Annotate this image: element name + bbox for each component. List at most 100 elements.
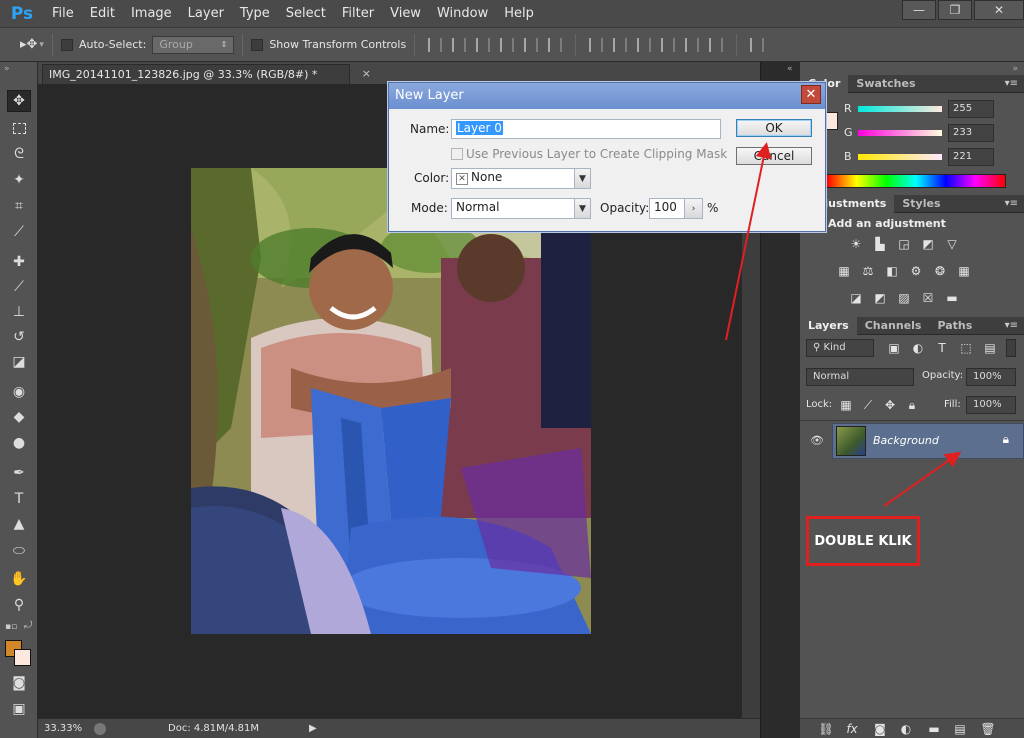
- move-tool-icon[interactable]: ▸✥: [20, 37, 37, 52]
- path-selection-tool-icon[interactable]: ▲: [7, 513, 31, 535]
- menu-help[interactable]: Help: [496, 0, 542, 28]
- background-color-swatch[interactable]: [14, 649, 31, 666]
- dialog-opacity-input[interactable]: 100 ›: [649, 198, 703, 219]
- hand-tool-icon[interactable]: ✋: [7, 568, 31, 590]
- panel-menu-icon[interactable]: ▾≡: [1005, 320, 1018, 331]
- posterize-icon[interactable]: ◩: [872, 291, 888, 305]
- brush-tool-icon[interactable]: ⟋: [7, 276, 31, 298]
- pen-tool-icon[interactable]: ✒: [7, 462, 31, 484]
- auto-align-icon[interactable]: [750, 37, 765, 52]
- distribute-vcenter-icon[interactable]: [613, 37, 628, 52]
- color-spectrum-bar[interactable]: [826, 174, 1006, 188]
- new-layer-icon[interactable]: ▤: [952, 722, 968, 736]
- threshold-icon[interactable]: ▨: [896, 291, 912, 305]
- distribute-left-icon[interactable]: [661, 37, 676, 52]
- color-balance-icon[interactable]: ⚖: [860, 264, 876, 278]
- clone-stamp-tool-icon[interactable]: ⊥: [7, 301, 31, 323]
- red-slider[interactable]: R 255: [840, 100, 1020, 120]
- filter-smart-object-icon[interactable]: ▤: [982, 341, 998, 355]
- menu-view[interactable]: View: [382, 0, 429, 28]
- align-vcenter-icon[interactable]: [452, 37, 467, 52]
- filter-type-icon[interactable]: T: [934, 341, 950, 355]
- tab-styles[interactable]: Styles: [894, 195, 948, 213]
- background-color-preview[interactable]: [826, 112, 838, 130]
- lock-pixels-icon[interactable]: ⟋: [860, 398, 876, 412]
- swap-colors-icon[interactable]: ⤾: [24, 620, 32, 631]
- delete-layer-icon[interactable]: 🗑︎: [980, 722, 996, 736]
- selective-color-icon[interactable]: ☒: [920, 291, 936, 305]
- menu-window[interactable]: Window: [429, 0, 496, 28]
- red-value[interactable]: 255: [948, 100, 994, 118]
- menu-edit[interactable]: Edit: [82, 0, 123, 28]
- align-right-icon[interactable]: [548, 37, 563, 52]
- distribute-right-icon[interactable]: [709, 37, 724, 52]
- red-slider-track[interactable]: [858, 106, 942, 112]
- quick-mask-icon[interactable]: ◙: [7, 672, 31, 694]
- channel-mixer-icon[interactable]: ❂: [932, 264, 948, 278]
- lock-all-icon[interactable]: 🔒︎: [904, 398, 920, 412]
- link-layers-icon[interactable]: ⛓: [818, 722, 834, 736]
- vibrance-icon[interactable]: ▽: [944, 237, 960, 251]
- close-tab-icon[interactable]: ×: [362, 67, 371, 80]
- tab-channels[interactable]: Channels: [857, 317, 930, 335]
- tab-layers[interactable]: Layers: [800, 316, 857, 335]
- minimize-button[interactable]: —: [902, 0, 936, 20]
- dialog-titlebar[interactable]: New Layer ✕: [389, 83, 825, 109]
- curves-icon[interactable]: ◲: [896, 237, 912, 251]
- auto-select-dropdown[interactable]: Group ⇕: [152, 35, 235, 54]
- green-value[interactable]: 233: [948, 124, 994, 142]
- gradient-map-icon[interactable]: ▬: [944, 291, 960, 305]
- add-mask-icon[interactable]: ◙: [872, 722, 888, 736]
- green-slider-track[interactable]: [858, 130, 942, 136]
- fill-input[interactable]: 100%: [966, 396, 1016, 414]
- layer-style-icon[interactable]: fx: [844, 722, 860, 736]
- layer-opacity-input[interactable]: 100%: [966, 368, 1016, 386]
- layer-row-background[interactable]: Background 🔒︎: [832, 423, 1024, 459]
- menu-type[interactable]: Type: [232, 0, 278, 28]
- show-transform-checkbox[interactable]: [251, 38, 264, 51]
- type-tool-icon[interactable]: T: [7, 488, 31, 510]
- brightness-contrast-icon[interactable]: ☀: [848, 237, 864, 251]
- menu-image[interactable]: Image: [123, 0, 180, 28]
- screen-mode-icon[interactable]: ▣: [7, 698, 31, 720]
- blue-value[interactable]: 221: [948, 148, 994, 166]
- invert-icon[interactable]: ◪: [848, 291, 864, 305]
- auto-select-checkbox[interactable]: [60, 38, 73, 51]
- panel-menu-icon[interactable]: ▾≡: [1005, 198, 1018, 209]
- blend-mode-dropdown[interactable]: Normal: [806, 368, 914, 386]
- blue-slider[interactable]: B 221: [840, 148, 1020, 168]
- color-lookup-icon[interactable]: ▦: [956, 264, 972, 278]
- layer-name-input[interactable]: Layer 0: [451, 119, 721, 139]
- tool-preset-arrow-icon[interactable]: ▾: [39, 40, 44, 50]
- magic-wand-tool-icon[interactable]: ✦: [7, 169, 31, 191]
- distribute-top-icon[interactable]: [589, 37, 604, 52]
- move-tool-icon[interactable]: ✥: [7, 90, 31, 112]
- layer-name[interactable]: Background: [873, 434, 939, 447]
- dialog-close-button[interactable]: ✕: [801, 85, 821, 104]
- filter-pixel-icon[interactable]: ▣: [886, 341, 902, 355]
- clipping-mask-checkbox[interactable]: [451, 148, 463, 160]
- menu-layer[interactable]: Layer: [180, 0, 232, 28]
- new-group-icon[interactable]: ▬: [926, 722, 942, 736]
- green-slider[interactable]: G 233: [840, 124, 1020, 144]
- zoom-level[interactable]: 33.33%: [38, 723, 88, 734]
- lasso-tool-icon[interactable]: ᘓ: [7, 143, 31, 165]
- blur-tool-icon[interactable]: ◆: [7, 406, 31, 428]
- exposure-icon[interactable]: ◩: [920, 237, 936, 251]
- align-hcenter-icon[interactable]: [524, 37, 539, 52]
- filter-adjustment-icon[interactable]: ◐: [910, 341, 926, 355]
- distribute-hcenter-icon[interactable]: [685, 37, 700, 52]
- menu-file[interactable]: File: [44, 0, 82, 28]
- close-window-button[interactable]: ✕: [974, 0, 1024, 20]
- eraser-tool-icon[interactable]: ◪: [7, 351, 31, 373]
- align-top-icon[interactable]: [428, 37, 443, 52]
- new-adjustment-icon[interactable]: ◐: [898, 722, 914, 736]
- healing-brush-tool-icon[interactable]: ✚: [7, 251, 31, 273]
- eyedropper-tool-icon[interactable]: ⟋: [7, 221, 31, 243]
- lock-position-icon[interactable]: ✥: [882, 398, 898, 412]
- align-bottom-icon[interactable]: [476, 37, 491, 52]
- expand-panels-icon[interactable]: «: [787, 64, 793, 74]
- opacity-slider-arrow-icon[interactable]: ›: [684, 199, 702, 218]
- history-brush-tool-icon[interactable]: ↺: [7, 326, 31, 348]
- align-left-icon[interactable]: [500, 37, 515, 52]
